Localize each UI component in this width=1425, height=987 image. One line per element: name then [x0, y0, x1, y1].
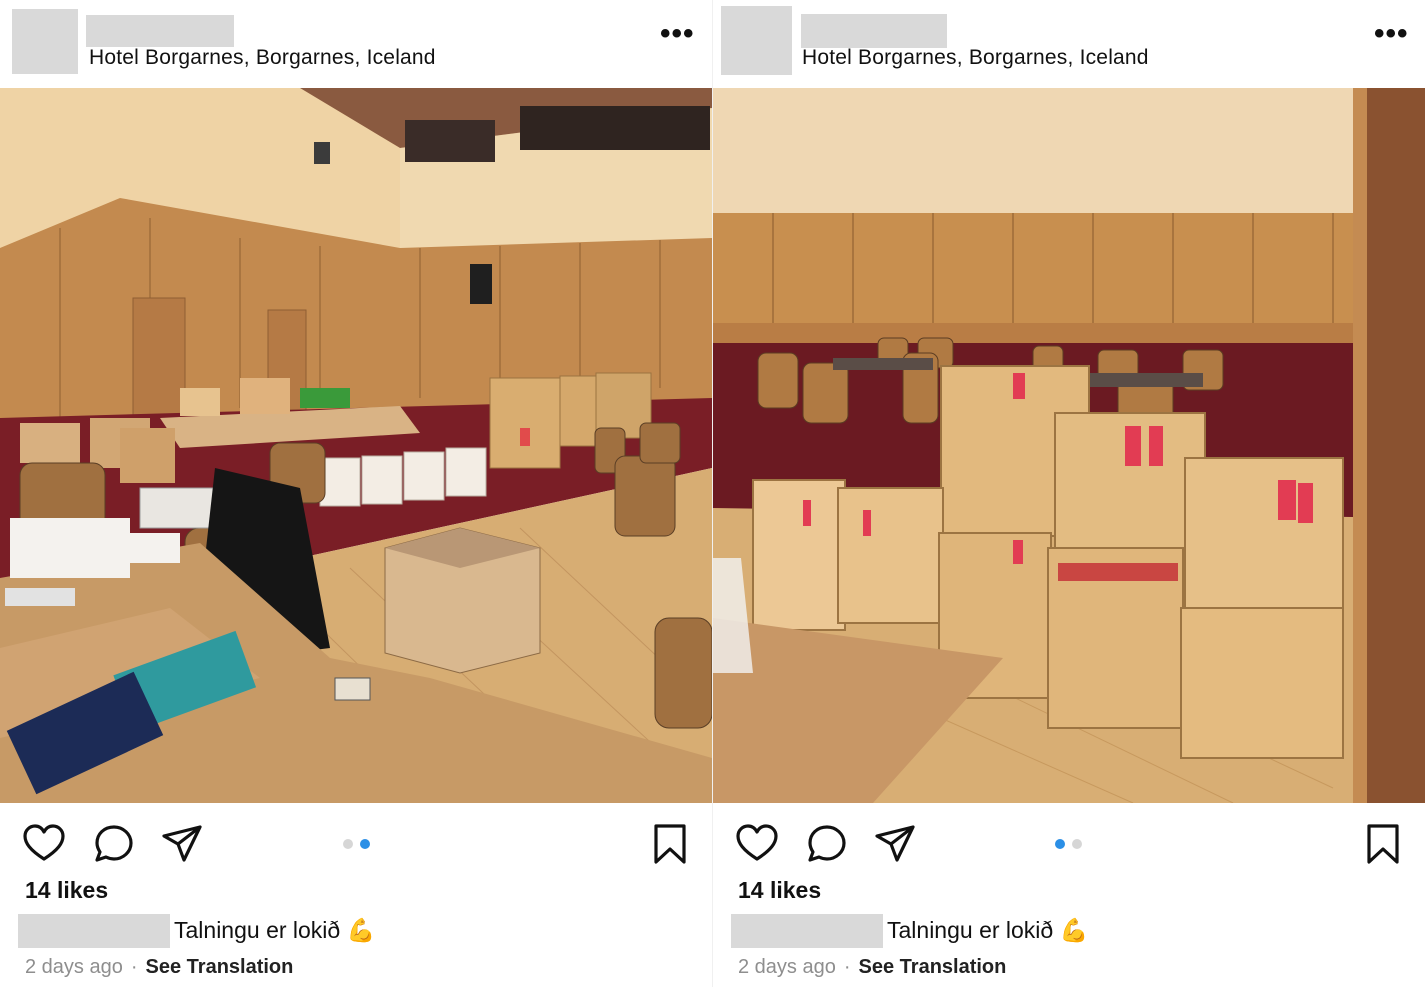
separator-dot: ·	[130, 956, 138, 978]
comment-bubble-icon[interactable]	[805, 822, 849, 866]
post-actions	[713, 822, 1425, 870]
post-left: Hotel Borgarnes, Borgarnes, Iceland •••	[0, 0, 712, 987]
carousel-indicator	[1055, 839, 1085, 851]
comment-bubble-icon[interactable]	[92, 822, 136, 866]
caption-username-redacted[interactable]	[18, 914, 170, 948]
carousel-indicator	[343, 839, 373, 851]
photo-ballot-boxes	[713, 88, 1425, 803]
carousel-dot	[1072, 839, 1082, 849]
post-photo[interactable]	[0, 88, 712, 803]
carousel-dot-active	[1055, 839, 1065, 849]
caption-row: Talningu er lokið 💪	[731, 914, 1411, 948]
save-bookmark-icon[interactable]	[648, 822, 692, 866]
username-redacted[interactable]	[801, 14, 947, 48]
avatar[interactable]	[721, 6, 792, 75]
carousel-dot-active	[360, 839, 370, 849]
avatar[interactable]	[12, 9, 78, 74]
see-translation-link[interactable]: See Translation	[859, 956, 1007, 978]
post-meta: 2 days ago · See Translation	[25, 956, 293, 979]
caption-username-redacted[interactable]	[731, 914, 883, 948]
share-send-icon[interactable]	[160, 822, 204, 866]
post-header: Hotel Borgarnes, Borgarnes, Iceland •••	[0, 0, 712, 88]
like-heart-icon[interactable]	[735, 822, 779, 866]
save-bookmark-icon[interactable]	[1361, 822, 1405, 866]
post-actions	[0, 822, 712, 870]
caption-text: Talningu er lokið 💪	[174, 917, 376, 943]
location-link[interactable]: Hotel Borgarnes, Borgarnes, Iceland	[89, 46, 436, 70]
post-header: Hotel Borgarnes, Borgarnes, Iceland •••	[713, 0, 1425, 88]
likes-count[interactable]: 14 likes	[25, 877, 108, 904]
photo-ballot-room	[0, 88, 712, 803]
caption-row: Talningu er lokið 💪	[18, 914, 698, 948]
location-link[interactable]: Hotel Borgarnes, Borgarnes, Iceland	[802, 46, 1149, 70]
carousel-dot	[343, 839, 353, 849]
post-photo[interactable]	[713, 88, 1425, 803]
more-options-icon[interactable]: •••	[1374, 19, 1408, 52]
caption-text: Talningu er lokið 💪	[887, 917, 1089, 943]
see-translation-link[interactable]: See Translation	[146, 956, 294, 978]
post-right: Hotel Borgarnes, Borgarnes, Iceland •••	[712, 0, 1425, 987]
screenshot: Hotel Borgarnes, Borgarnes, Iceland •••	[0, 0, 1425, 987]
likes-count[interactable]: 14 likes	[738, 877, 821, 904]
post-meta: 2 days ago · See Translation	[738, 956, 1006, 979]
post-timestamp: 2 days ago	[25, 956, 123, 978]
like-heart-icon[interactable]	[22, 822, 66, 866]
separator-dot: ·	[843, 956, 851, 978]
more-options-icon[interactable]: •••	[660, 19, 694, 52]
post-timestamp: 2 days ago	[738, 956, 836, 978]
username-redacted[interactable]	[86, 15, 234, 47]
share-send-icon[interactable]	[873, 822, 917, 866]
